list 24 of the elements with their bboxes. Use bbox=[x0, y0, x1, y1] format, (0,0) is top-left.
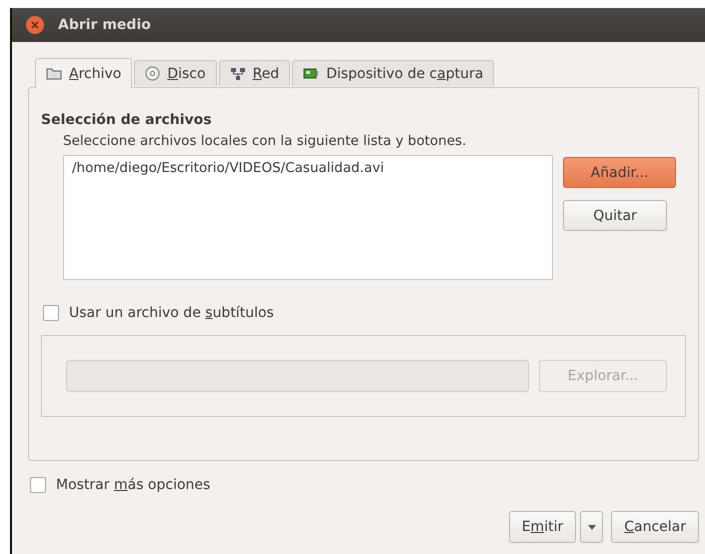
disc-icon bbox=[145, 66, 160, 81]
checkbox[interactable] bbox=[30, 477, 46, 493]
description-text: Seleccione archivos locales con la siguiente lista y botones. bbox=[63, 133, 468, 149]
cancel-button[interactable]: Cancelar bbox=[611, 511, 699, 543]
close-icon[interactable] bbox=[26, 16, 44, 34]
section-heading: Selección de archivos bbox=[41, 112, 213, 128]
remove-button[interactable]: Quitar bbox=[563, 200, 667, 231]
checkbox[interactable] bbox=[43, 305, 59, 321]
dropdown-button[interactable] bbox=[580, 511, 604, 543]
tab[interactable]: Disco bbox=[134, 60, 217, 86]
caret-icon bbox=[588, 524, 596, 530]
tab[interactable]: Archivo bbox=[35, 58, 132, 88]
file-list-item[interactable]: /home/diego/Escritorio/VIDEOS/Casualidad.avi bbox=[72, 160, 544, 176]
play-button[interactable]: Emitir bbox=[508, 511, 576, 543]
tab[interactable]: Red bbox=[218, 60, 290, 86]
capture-card-icon bbox=[303, 67, 320, 80]
folder-icon bbox=[46, 67, 62, 80]
subtitle-file-field[interactable] bbox=[66, 360, 529, 392]
network-icon bbox=[230, 66, 246, 80]
tab[interactable]: Dispositivo de captura bbox=[292, 60, 494, 86]
checkbox-label: Usar un archivo de subtítulos bbox=[69, 305, 274, 321]
window-title: Abrir medio bbox=[58, 17, 151, 33]
add-button[interactable]: Añadir... bbox=[563, 157, 676, 188]
checkbox-label: Mostrar más opciones bbox=[56, 477, 210, 493]
